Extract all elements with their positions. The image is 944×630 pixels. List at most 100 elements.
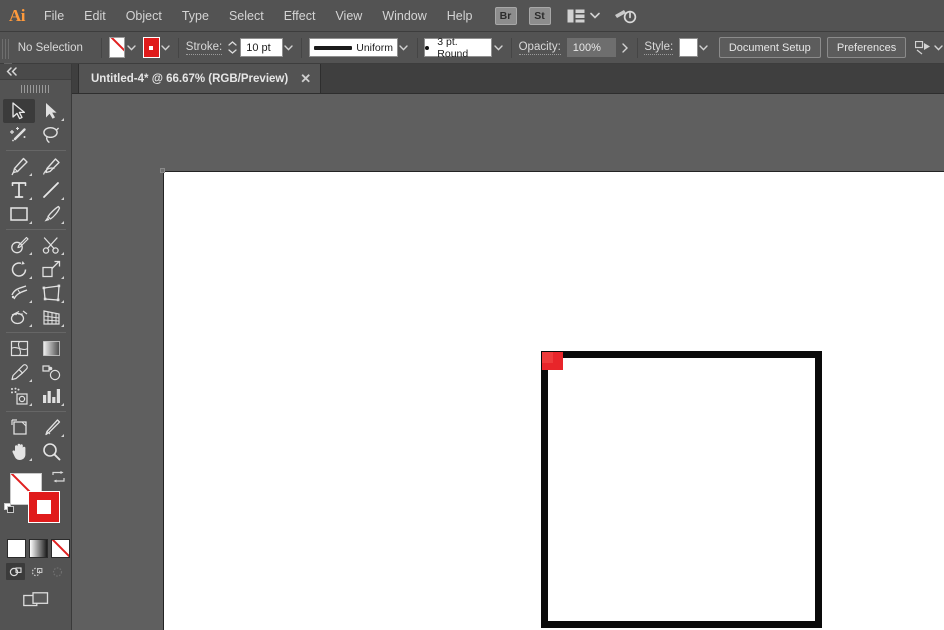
more-tools-indicator [29, 173, 32, 176]
gradient-mode-button[interactable] [29, 539, 48, 558]
align-to-dropdown[interactable] [932, 37, 944, 58]
none-mode-button[interactable] [51, 539, 70, 558]
opacity-input[interactable]: 100% [566, 38, 616, 57]
preferences-button[interactable]: Preferences [826, 37, 907, 58]
fill-swatch-dropdown[interactable] [125, 37, 137, 58]
change-screen-mode-button[interactable] [22, 592, 49, 610]
rotate-tool[interactable] [3, 257, 35, 281]
width-tool[interactable] [3, 281, 35, 305]
tools-panel-collapse-button[interactable] [0, 64, 71, 80]
swap-fill-stroke-button[interactable] [51, 471, 66, 489]
stock-button[interactable]: St [528, 6, 551, 25]
draw-behind-icon [31, 567, 43, 576]
menu-item-object[interactable]: Object [116, 0, 172, 32]
brush-definition-dropdown[interactable] [492, 37, 504, 58]
screen-mode-icon [22, 592, 48, 607]
free-transform-tool[interactable] [35, 281, 67, 305]
zoom-tool[interactable] [35, 439, 67, 463]
selection-tool[interactable] [3, 99, 35, 123]
chevron-down-icon [161, 44, 170, 51]
eyedropper-tool[interactable] [3, 360, 35, 384]
tools-panel-grip[interactable] [0, 83, 71, 95]
perspective-grid-tool[interactable] [35, 305, 67, 329]
slice-tool[interactable] [35, 415, 67, 439]
workspace-switcher-button[interactable] [567, 9, 600, 23]
menu-item-type[interactable]: Type [172, 0, 219, 32]
rotate-icon [11, 260, 26, 277]
align-to-button[interactable] [915, 37, 932, 58]
divider [100, 37, 102, 58]
more-tools-indicator [61, 403, 64, 406]
graphic-style-swatch[interactable] [679, 38, 699, 57]
scissors-tool[interactable] [35, 233, 67, 257]
hand-icon [12, 443, 25, 460]
tools-panel [0, 64, 72, 630]
canvas-area[interactable] [72, 94, 944, 630]
opacity-label[interactable]: Opacity: [518, 40, 561, 55]
menu-item-select[interactable]: Select [219, 0, 274, 32]
graphic-style-dropdown[interactable] [698, 37, 710, 58]
line-segment-tool[interactable] [35, 178, 67, 202]
menu-item-help[interactable]: Help [437, 0, 483, 32]
draw-behind-button[interactable] [27, 563, 46, 580]
shaper-pencil-icon [10, 236, 29, 253]
adobe-search-button[interactable] [614, 6, 638, 26]
pen-icon [10, 157, 28, 175]
stroke-weight-input[interactable]: 10 pt [240, 38, 283, 57]
fill-swatch[interactable] [108, 37, 126, 58]
draw-inside-button[interactable] [48, 563, 67, 580]
stroke-color-swatch[interactable] [28, 491, 60, 523]
artboard-tool[interactable] [3, 415, 35, 439]
menu-item-file[interactable]: File [34, 0, 74, 32]
color-mode-button[interactable] [7, 539, 26, 558]
shape-builder-tool[interactable] [3, 305, 35, 329]
document-tab[interactable]: Untitled-4* @ 66.67% (RGB/Preview) ✕ [78, 64, 322, 93]
app-logo-icon: Ai [9, 5, 26, 25]
rectangle-tool[interactable] [3, 202, 35, 226]
mesh-tool[interactable] [3, 336, 35, 360]
shaper-tool[interactable] [3, 233, 35, 257]
hand-tool[interactable] [3, 439, 35, 463]
stroke-weight-label[interactable]: Stroke: [185, 40, 223, 55]
opacity-options-button[interactable] [620, 42, 630, 53]
rectangle-path[interactable] [541, 351, 822, 628]
menu-item-view[interactable]: View [325, 0, 372, 32]
type-tool[interactable] [3, 178, 35, 202]
menu-item-effect[interactable]: Effect [274, 0, 326, 32]
anchor-point[interactable] [160, 168, 165, 173]
menu-item-window[interactable]: Window [372, 0, 436, 32]
lasso-tool[interactable] [35, 123, 67, 147]
magic-wand-tool[interactable] [3, 123, 35, 147]
draw-normal-button[interactable] [6, 563, 25, 580]
menu-item-edit[interactable]: Edit [74, 0, 116, 32]
artboard[interactable] [160, 168, 944, 630]
curvature-tool[interactable] [35, 154, 67, 178]
screen-mode-row [0, 580, 71, 610]
stroke-swatch-dropdown[interactable] [160, 37, 172, 58]
stroke-swatch[interactable] [142, 37, 160, 58]
stroke-profile-dropdown[interactable] [398, 37, 410, 58]
divider [416, 37, 418, 58]
scale-tool[interactable] [35, 257, 67, 281]
search-adobe-icon [614, 9, 636, 23]
pen-tool[interactable] [3, 154, 35, 178]
column-graph-icon [42, 389, 60, 403]
document-setup-button[interactable]: Document Setup [718, 37, 821, 58]
close-icon[interactable]: ✕ [300, 72, 311, 85]
gradient-tool[interactable] [35, 336, 67, 360]
direct-selection-tool[interactable] [35, 99, 67, 123]
stroke-weight-dropdown[interactable] [283, 37, 295, 58]
brush-definition-select[interactable]: 3 pt. Round [424, 36, 493, 60]
column-graph-tool[interactable] [35, 384, 67, 408]
magic-wand-icon [10, 127, 26, 142]
bridge-button[interactable]: Br [494, 6, 517, 25]
style-label[interactable]: Style: [644, 40, 674, 55]
symbol-sprayer-tool[interactable] [3, 384, 35, 408]
blend-tool[interactable] [35, 360, 67, 384]
default-fill-stroke-button[interactable] [4, 503, 15, 514]
control-bar-grip[interactable] [0, 31, 10, 64]
stroke-weight-stepper[interactable] [228, 38, 237, 57]
more-tools-indicator [29, 458, 32, 461]
stroke-profile-select[interactable]: Uniform [309, 38, 398, 57]
paintbrush-tool[interactable] [35, 202, 67, 226]
